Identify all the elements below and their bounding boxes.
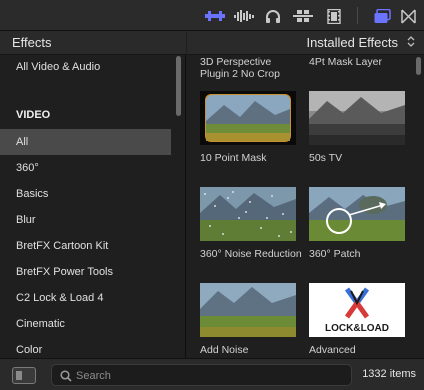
search-field[interactable] [51, 364, 352, 386]
video-audio-toggle-icon[interactable] [292, 7, 314, 25]
chevron-updown-icon[interactable] [407, 35, 415, 51]
effects-browser: Effects All Video & Audio VIDEO All 360°… [0, 0, 424, 390]
category-heading-video: VIDEO [16, 109, 51, 121]
category-blur[interactable]: Blur [0, 207, 171, 233]
sidebar-scrollbar[interactable] [176, 56, 181, 116]
effect-thumbnail [309, 187, 405, 241]
effects-grid-panel: Installed Effects 3D Perspective Plugin … [187, 31, 424, 358]
category-360[interactable]: 360° [0, 155, 171, 181]
effect-label: 10 Point Mask [200, 152, 267, 164]
effect-thumbnail [200, 91, 296, 145]
category-c2-lock-load-4[interactable]: C2 Lock & Load 4 [0, 285, 171, 311]
category-bretfx-power-tools[interactable]: BretFX Power Tools [0, 259, 171, 285]
toggle-sidebar-button[interactable] [12, 367, 36, 384]
effect-thumbnail [200, 187, 296, 241]
categories-sidebar: Effects All Video & Audio VIDEO All 360°… [0, 31, 186, 358]
film-strip-icon[interactable] [326, 7, 342, 25]
toolbar-separator [357, 7, 358, 24]
effect-thumbnail [309, 91, 405, 145]
effect-label: 360° Patch [309, 248, 361, 260]
sidebar-header: Effects [0, 31, 186, 55]
effect-label: 50s TV [309, 152, 343, 164]
search-input[interactable] [76, 367, 346, 384]
category-basics[interactable]: Basics [0, 181, 171, 207]
effect-label: Add Noise [200, 344, 249, 356]
transitions-bowtie-icon[interactable] [400, 7, 417, 25]
effect-thumbnail [200, 283, 296, 337]
effects-grid-header: Installed Effects [187, 31, 424, 55]
bottom-bar: 1332 items [0, 358, 424, 390]
item-count: 1332 items [362, 368, 416, 380]
lock-and-load-logo-text: LOCK&LOAD [325, 323, 389, 334]
browser-active-icon[interactable] [373, 7, 391, 25]
effect-label-4pt-mask[interactable]: 4Pt Mask Layer [309, 56, 419, 68]
effect-label: 360° Noise Reduction [200, 248, 302, 260]
audio-video-split-icon[interactable] [205, 7, 225, 25]
category-all[interactable]: All [0, 129, 171, 155]
search-icon [60, 369, 72, 387]
sidebar-title: Effects [12, 35, 52, 50]
headphones-icon[interactable] [264, 7, 282, 25]
category-all-video-audio[interactable]: All Video & Audio [0, 54, 171, 80]
lock-and-load-logo: LOCK&LOAD [309, 283, 405, 337]
effect-label-3d-perspective[interactable]: 3D Perspective Plugin 2 No Crop [200, 56, 298, 80]
audio-waveform-icon[interactable] [234, 7, 256, 25]
top-toolbar [0, 0, 424, 31]
effect-label: Advanced [309, 344, 356, 356]
category-bretfx-cartoon-kit[interactable]: BretFX Cartoon Kit [0, 233, 171, 259]
sidebar-layout-icon [16, 371, 22, 380]
installed-effects-popup[interactable]: Installed Effects [306, 35, 398, 50]
category-cinematic[interactable]: Cinematic [0, 311, 171, 337]
